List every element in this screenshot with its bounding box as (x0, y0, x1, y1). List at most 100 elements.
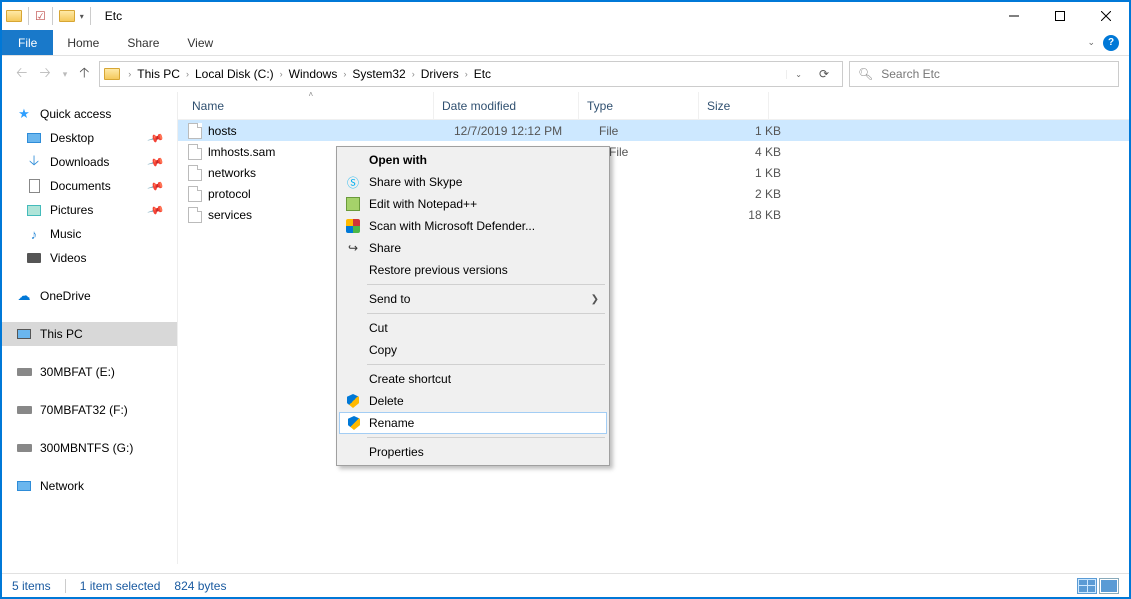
status-selected-size: 824 bytes (174, 579, 226, 593)
breadcrumb-segment[interactable]: Windows (285, 67, 342, 81)
file-row[interactable]: services 18 KB (178, 204, 1129, 225)
forward-button[interactable]: 🡢 (39, 62, 50, 86)
cloud-icon: ☁ (16, 288, 32, 304)
ctx-edit-notepad[interactable]: Edit with Notepad++ (339, 193, 607, 215)
chevron-right-icon[interactable]: › (341, 69, 348, 79)
desktop-icon (27, 133, 41, 143)
file-row[interactable]: lmhosts.sam d File 4 KB (178, 141, 1129, 162)
qat-properties-icon[interactable]: ☑ (35, 9, 46, 23)
ctx-copy[interactable]: Copy (339, 339, 607, 361)
sidebar-music[interactable]: ♪Music (2, 222, 177, 246)
drive-icon (17, 368, 32, 376)
ctx-create-shortcut[interactable]: Create shortcut (339, 368, 607, 390)
pc-icon (17, 329, 31, 339)
ribbon-tabs: File Home Share View ⌄ ? (2, 30, 1129, 56)
back-button[interactable]: 🡠 (16, 62, 27, 86)
ctx-cut[interactable]: Cut (339, 317, 607, 339)
ctx-send-to[interactable]: Send to❯ (339, 288, 607, 310)
uac-shield-icon (345, 393, 361, 409)
sidebar-network[interactable]: Network (2, 474, 177, 498)
qat-dropdown-icon[interactable]: ▾ (80, 12, 84, 21)
ctx-rename[interactable]: Rename (339, 412, 607, 434)
column-headers: Name˄ Date modified Type Size (178, 92, 1129, 120)
search-input[interactable]: 🔍︎ Search Etc (849, 61, 1119, 87)
address-folder-icon (104, 68, 120, 80)
sidebar-videos[interactable]: Videos (2, 246, 177, 270)
large-icons-view-button[interactable] (1099, 578, 1119, 594)
column-header-size[interactable]: Size (699, 92, 769, 119)
file-name: hosts (208, 124, 454, 138)
close-button[interactable] (1083, 2, 1129, 30)
address-history-dropdown[interactable]: ⌄ (786, 70, 810, 79)
sidebar-documents[interactable]: Documents📌 (2, 174, 177, 198)
ctx-delete[interactable]: Delete (339, 390, 607, 412)
breadcrumb-segment[interactable]: Drivers (417, 67, 463, 81)
column-header-name[interactable]: Name˄ (184, 92, 434, 119)
sidebar-this-pc[interactable]: This PC (2, 322, 177, 346)
sidebar-desktop[interactable]: Desktop📌 (2, 126, 177, 150)
refresh-button[interactable]: ⟳ (810, 67, 838, 81)
ctx-open-with[interactable]: Open with (339, 149, 607, 171)
ctx-scan-defender[interactable]: Scan with Microsoft Defender... (339, 215, 607, 237)
video-icon (27, 253, 41, 263)
file-icon (188, 123, 202, 139)
pin-icon: 📌 (147, 201, 165, 219)
share-icon: ↪ (345, 240, 361, 256)
sidebar-pictures[interactable]: Pictures📌 (2, 198, 177, 222)
drive-icon (17, 406, 32, 414)
file-size: 4 KB (719, 145, 789, 159)
home-tab[interactable]: Home (53, 30, 113, 55)
status-selected-count: 1 item selected (80, 579, 161, 593)
pictures-icon (27, 205, 41, 216)
file-row[interactable]: protocol 2 KB (178, 183, 1129, 204)
view-tab[interactable]: View (173, 30, 227, 55)
ctx-properties[interactable]: Properties (339, 441, 607, 463)
minimize-button[interactable] (991, 2, 1037, 30)
uac-shield-icon (346, 415, 362, 431)
sidebar-drive[interactable]: 30MBFAT (E:) (2, 360, 177, 384)
file-tab[interactable]: File (2, 30, 53, 55)
navigation-pane: ★ Quick access Desktop📌 🡣Downloads📌 Docu… (2, 92, 177, 564)
details-view-button[interactable] (1077, 578, 1097, 594)
chevron-right-icon[interactable]: › (126, 69, 133, 79)
sidebar-downloads[interactable]: 🡣Downloads📌 (2, 150, 177, 174)
help-icon[interactable]: ? (1103, 35, 1119, 51)
breadcrumb-segment[interactable]: System32 (348, 67, 409, 81)
file-row[interactable]: networks 1 KB (178, 162, 1129, 183)
chevron-right-icon[interactable]: › (184, 69, 191, 79)
file-date: 12/7/2019 12:12 PM (454, 124, 599, 138)
chevron-right-icon[interactable]: › (278, 69, 285, 79)
maximize-button[interactable] (1037, 2, 1083, 30)
file-icon (188, 165, 202, 181)
chevron-right-icon[interactable]: › (410, 69, 417, 79)
address-bar[interactable]: › This PC › Local Disk (C:) › Windows › … (99, 61, 843, 87)
sidebar-quick-access[interactable]: ★ Quick access (2, 102, 177, 126)
network-icon (17, 481, 31, 491)
notepad-icon (345, 196, 361, 212)
sidebar-onedrive[interactable]: ☁OneDrive (2, 284, 177, 308)
file-row[interactable]: hosts 12/7/2019 12:12 PM File 1 KB (178, 120, 1129, 141)
ctx-share-skype[interactable]: ⓈShare with Skype (339, 171, 607, 193)
chevron-right-icon[interactable]: › (463, 69, 470, 79)
ctx-restore-versions[interactable]: Restore previous versions (339, 259, 607, 281)
breadcrumb-segment[interactable]: This PC (133, 67, 184, 81)
ribbon-collapse-icon[interactable]: ⌄ (1087, 37, 1095, 48)
recent-dropdown-icon[interactable]: ▾ (63, 69, 68, 80)
file-size: 1 KB (719, 124, 789, 138)
breadcrumb-segment[interactable]: Local Disk (C:) (191, 67, 278, 81)
title-bar: ☑ ▾ Etc (2, 2, 1129, 30)
status-item-count: 5 items (12, 579, 51, 593)
sidebar-drive[interactable]: 300MBNTFS (G:) (2, 436, 177, 460)
file-size: 2 KB (719, 187, 789, 201)
up-button[interactable]: 🡡 (79, 62, 89, 86)
column-header-date[interactable]: Date modified (434, 92, 579, 119)
column-header-type[interactable]: Type (579, 92, 699, 119)
share-tab[interactable]: Share (113, 30, 173, 55)
breadcrumb-segment[interactable]: Etc (470, 67, 495, 81)
ctx-share[interactable]: ↪Share (339, 237, 607, 259)
qat-new-folder-icon[interactable] (59, 10, 75, 22)
file-icon (188, 186, 202, 202)
search-icon: 🔍︎ (858, 67, 873, 81)
sidebar-drive[interactable]: 70MBFAT32 (F:) (2, 398, 177, 422)
nav-row: 🡠 🡢 ▾ 🡡 › This PC › Local Disk (C:) › Wi… (2, 56, 1129, 92)
